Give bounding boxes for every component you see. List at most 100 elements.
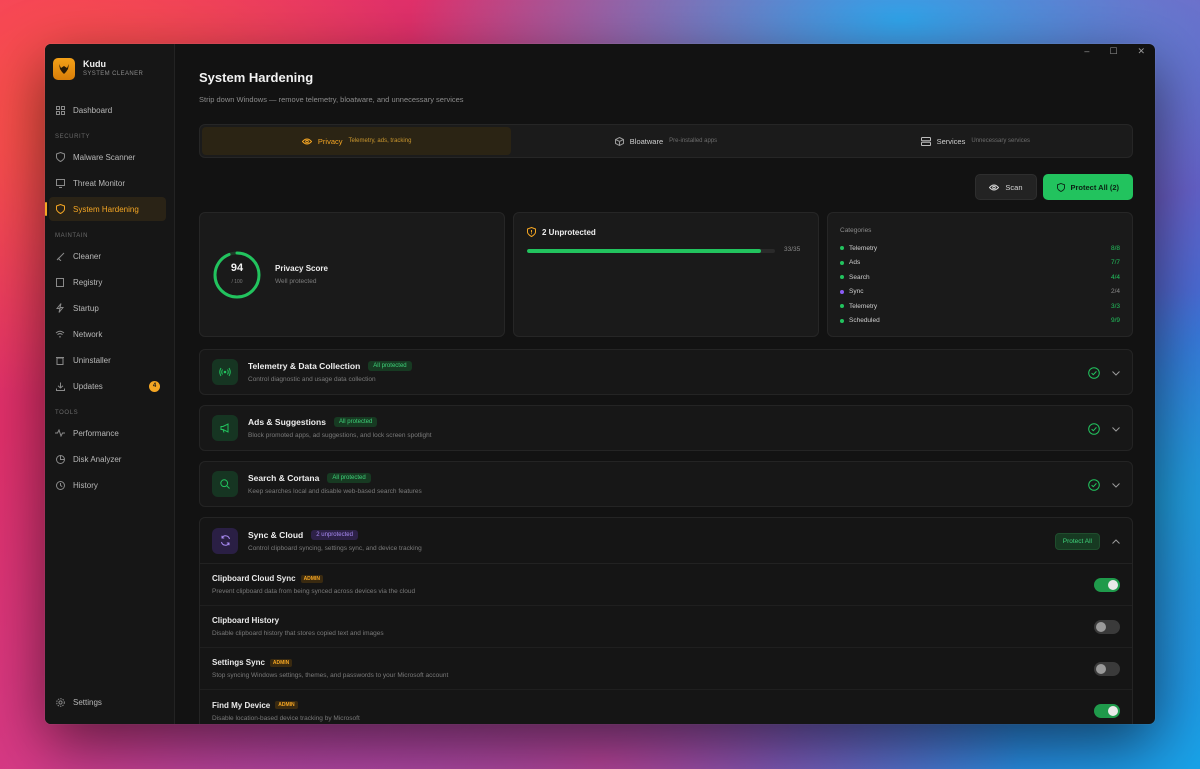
setting-row-clipboard-history: Clipboard History Disable clipboard hist…	[200, 606, 1132, 648]
sidebar-item-startup[interactable]: Startup	[49, 296, 166, 320]
search-icon	[212, 471, 238, 497]
category-row: Telemetry 3/3	[840, 299, 1120, 314]
toggle-switch[interactable]	[1094, 620, 1120, 634]
section-title: Sync & Cloud	[248, 529, 304, 540]
category-name: Telemetry	[849, 302, 878, 310]
sidebar-item-disk-analyzer[interactable]: Disk Analyzer	[49, 447, 166, 471]
setting-description: Disable location-based device tracking b…	[212, 714, 360, 722]
sidebar-item-network[interactable]: Network	[49, 322, 166, 346]
broadcast-icon	[212, 359, 238, 385]
sidebar-item-uninstaller[interactable]: Uninstaller	[49, 348, 166, 372]
pie-chart-icon	[55, 454, 65, 464]
chevron-up-icon[interactable]	[1112, 538, 1120, 544]
score-label: Privacy Score	[275, 264, 328, 273]
trash-icon	[55, 355, 65, 365]
tab-bloatware[interactable]: Bloatware Pre-installed apps	[511, 127, 820, 155]
sidebar: Kudu SYSTEM CLEANER Dashboard SECURITY M…	[45, 44, 175, 724]
setting-title: Settings Sync	[212, 658, 265, 667]
brand: Kudu SYSTEM CLEANER	[45, 56, 174, 82]
shield-icon	[55, 152, 65, 162]
status-badge: All protected	[368, 361, 412, 371]
sync-protect-all-button[interactable]: Protect All	[1054, 532, 1100, 550]
tab-description: Pre-installed apps	[669, 138, 718, 144]
sidebar-item-updates[interactable]: Updates 4	[49, 374, 166, 398]
sidebar-item-registry[interactable]: Registry	[49, 270, 166, 294]
category-name: Ads	[849, 259, 861, 267]
category-value: 2/4	[1110, 288, 1120, 296]
chevron-down-icon[interactable]	[1112, 482, 1120, 488]
package-icon	[614, 136, 624, 146]
category-name: Search	[849, 273, 870, 281]
check-circle-icon	[1088, 367, 1100, 379]
kudu-logo-icon	[53, 58, 75, 80]
setting-row-find-my-device: Find My Device ADMIN Disable location-bas…	[200, 690, 1132, 724]
toggle-switch[interactable]	[1094, 704, 1120, 718]
score-status: Well protected	[275, 278, 317, 285]
privacy-score-card: 94 / 100 Privacy Score Well protected	[199, 212, 505, 337]
maximize-button[interactable]: ☐	[1109, 46, 1117, 57]
summary-cards: 94 / 100 Privacy Score Well protected 2 …	[199, 212, 1133, 337]
shield-icon	[1056, 182, 1065, 192]
section-sync-cloud: Sync & Cloud 2 unprotected Control clipbo…	[199, 517, 1133, 724]
section-telemetry[interactable]: Telemetry & Data Collection All protected…	[199, 349, 1133, 395]
section-search[interactable]: Search & Cortana All protected Keep searc…	[199, 461, 1133, 507]
section-description: Control diagnostic and usage data collec…	[248, 376, 376, 383]
setting-description: Disable clipboard history that stores co…	[212, 630, 384, 637]
sidebar-item-history[interactable]: History	[49, 473, 166, 497]
sync-section-header[interactable]: Sync & Cloud 2 unprotected Control clipbo…	[200, 518, 1132, 564]
status-badge: 2 unprotected	[311, 529, 358, 540]
protection-count: 33/35	[784, 246, 801, 253]
setting-title: Find My Device	[212, 700, 271, 710]
sidebar-item-label: Settings	[73, 697, 102, 707]
scan-button[interactable]: Scan	[975, 174, 1037, 200]
minimize-button[interactable]: –	[1084, 46, 1089, 57]
status-dot	[840, 318, 844, 323]
toggle-switch[interactable]	[1094, 578, 1120, 592]
sidebar-item-label: Malware Scanner	[73, 152, 136, 162]
setting-row-settings-sync: Settings Sync ADMIN Stop syncing Windows …	[200, 648, 1132, 690]
sidebar-item-threat-monitor[interactable]: Threat Monitor	[49, 171, 166, 195]
setting-title: Clipboard Cloud Sync	[212, 574, 296, 583]
score-value: 94	[230, 262, 244, 274]
tab-services[interactable]: Services Unnecessary services	[821, 127, 1130, 155]
sidebar-item-cleaner[interactable]: Cleaner	[49, 244, 166, 268]
unprotected-title: 2 Unprotected	[542, 227, 596, 237]
chevron-down-icon[interactable]	[1112, 426, 1120, 432]
megaphone-icon	[212, 415, 238, 441]
section-description: Block promoted apps, ad suggestions, and…	[248, 432, 432, 439]
admin-badge: ADMIN	[300, 574, 323, 583]
sidebar-item-performance[interactable]: Performance	[49, 421, 166, 445]
chevron-down-icon[interactable]	[1112, 370, 1120, 376]
sidebar-item-system-hardening[interactable]: System Hardening	[45, 197, 166, 221]
status-dot	[840, 304, 844, 309]
admin-badge: ADMIN	[275, 701, 298, 709]
sidebar-item-label: History	[73, 480, 98, 490]
section-label-tools: TOOLS	[55, 410, 79, 416]
section-ads[interactable]: Ads & Suggestions All protected Block pro…	[199, 405, 1133, 451]
category-value: 3/3	[1110, 302, 1120, 310]
status-badge: All protected	[327, 473, 371, 483]
section-description: Keep searches local and disable web-base…	[248, 488, 422, 495]
category-row: Scheduled 9/9	[840, 314, 1120, 329]
section-label-maintain: MAINTAIN	[55, 233, 89, 239]
sidebar-item-label: Threat Monitor	[73, 178, 126, 188]
check-circle-icon	[1088, 479, 1100, 491]
sidebar-item-settings[interactable]: Settings	[49, 690, 166, 714]
sidebar-item-dashboard[interactable]: Dashboard	[49, 98, 166, 122]
server-icon	[920, 136, 931, 146]
tab-description: Unnecessary services	[971, 138, 1031, 144]
setting-row-clipboard-cloud-sync: Clipboard Cloud Sync ADMIN Prevent clipbo…	[200, 564, 1132, 606]
tab-privacy[interactable]: Privacy Telemetry, ads, tracking	[202, 127, 512, 155]
category-value: 4/4	[1110, 273, 1120, 281]
setting-title: Clipboard History	[212, 616, 280, 625]
sidebar-item-label: Disk Analyzer	[73, 454, 122, 464]
protect-all-button[interactable]: Protect All (2)	[1042, 174, 1133, 200]
setting-description: Prevent clipboard data from being synced…	[212, 588, 416, 595]
monitor-icon	[55, 178, 65, 188]
close-button[interactable]: ✕	[1137, 46, 1145, 57]
sidebar-item-label: Updates	[73, 381, 103, 391]
categories-title: Categories	[840, 227, 872, 234]
main-content: – ☐ ✕ System Hardening Strip down Window…	[175, 44, 1155, 724]
sidebar-item-malware-scanner[interactable]: Malware Scanner	[49, 145, 166, 169]
toggle-switch[interactable]	[1094, 662, 1120, 676]
